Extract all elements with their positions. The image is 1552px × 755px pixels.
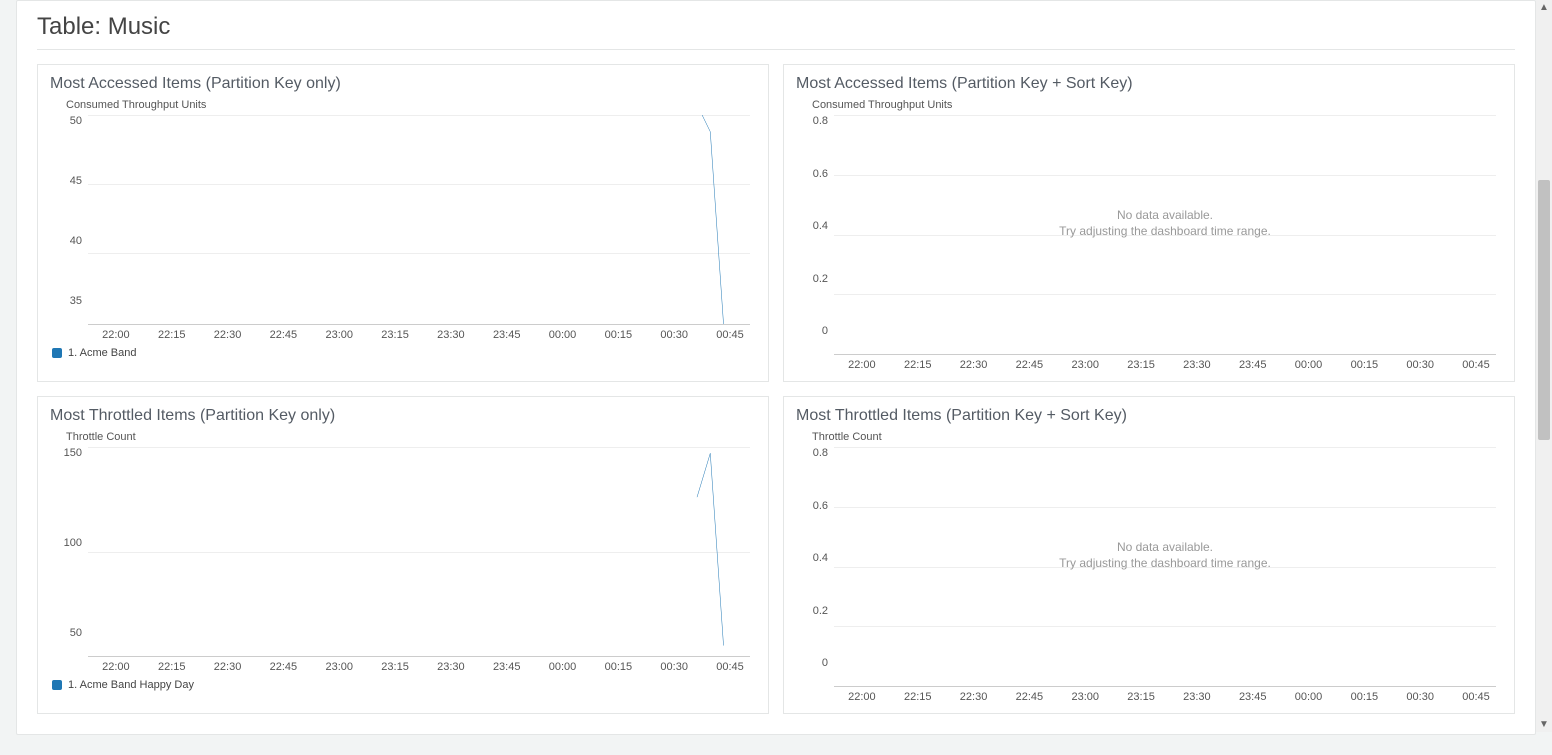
chart-legend: 1. Acme Band [52, 347, 758, 359]
x-axis-ticks: 22:0022:1522:30 22:4523:0023:15 23:3023:… [834, 359, 1504, 371]
chart-legend: 1. Acme Band Happy Day [52, 679, 758, 691]
chart-most-accessed-pk-sk: Most Accessed Items (Partition Key + Sor… [783, 64, 1515, 382]
y-axis-ticks: 0.8 0.6 0.4 0.2 0 [794, 115, 834, 355]
legend-swatch-icon [52, 680, 62, 690]
x-axis-ticks: 22:0022:1522:30 22:4523:0023:15 23:3023:… [834, 691, 1504, 703]
chart-most-accessed-pk: Most Accessed Items (Partition Key only)… [37, 64, 769, 382]
chart-title: Most Throttled Items (Partition Key + So… [796, 407, 1504, 425]
y-axis-ticks: 50 45 40 35 [48, 115, 88, 325]
no-data-message: No data available. Try adjusting the das… [834, 206, 1496, 240]
chart-grid: Most Accessed Items (Partition Key only)… [37, 64, 1515, 714]
legend-swatch-icon [52, 348, 62, 358]
chart-title: Most Accessed Items (Partition Key + Sor… [796, 75, 1504, 93]
chart-ylabel: Throttle Count [66, 431, 758, 443]
chart-plot[interactable]: No data available. Try adjusting the das… [834, 447, 1496, 687]
chart-ylabel: Consumed Throughput Units [812, 99, 1504, 111]
vertical-scrollbar[interactable]: ▲ ▼ [1536, 0, 1552, 732]
no-data-message: No data available. Try adjusting the das… [834, 538, 1496, 572]
x-axis-ticks: 22:0022:1522:30 22:4523:0023:15 23:3023:… [88, 329, 758, 341]
chart-plot[interactable] [88, 115, 750, 325]
scrollbar-thumb[interactable] [1538, 180, 1550, 440]
legend-label: 1. Acme Band [68, 347, 137, 359]
chart-title: Most Accessed Items (Partition Key only) [50, 75, 758, 93]
scroll-down-icon[interactable]: ▼ [1536, 719, 1552, 730]
chart-ylabel: Consumed Throughput Units [66, 99, 758, 111]
scroll-up-icon[interactable]: ▲ [1536, 2, 1552, 13]
y-axis-ticks: 0.8 0.6 0.4 0.2 0 [794, 447, 834, 687]
chart-plot[interactable]: No data available. Try adjusting the das… [834, 115, 1496, 355]
chart-ylabel: Throttle Count [812, 431, 1504, 443]
x-axis-ticks: 22:0022:1522:30 22:4523:0023:15 23:3023:… [88, 661, 758, 673]
chart-most-throttled-pk: Most Throttled Items (Partition Key only… [37, 396, 769, 714]
y-axis-ticks: 150 100 50 [48, 447, 88, 657]
page-title: Table: Music [37, 13, 1515, 50]
chart-plot[interactable] [88, 447, 750, 657]
legend-label: 1. Acme Band Happy Day [68, 679, 194, 691]
chart-most-throttled-pk-sk: Most Throttled Items (Partition Key + So… [783, 396, 1515, 714]
chart-title: Most Throttled Items (Partition Key only… [50, 407, 758, 425]
